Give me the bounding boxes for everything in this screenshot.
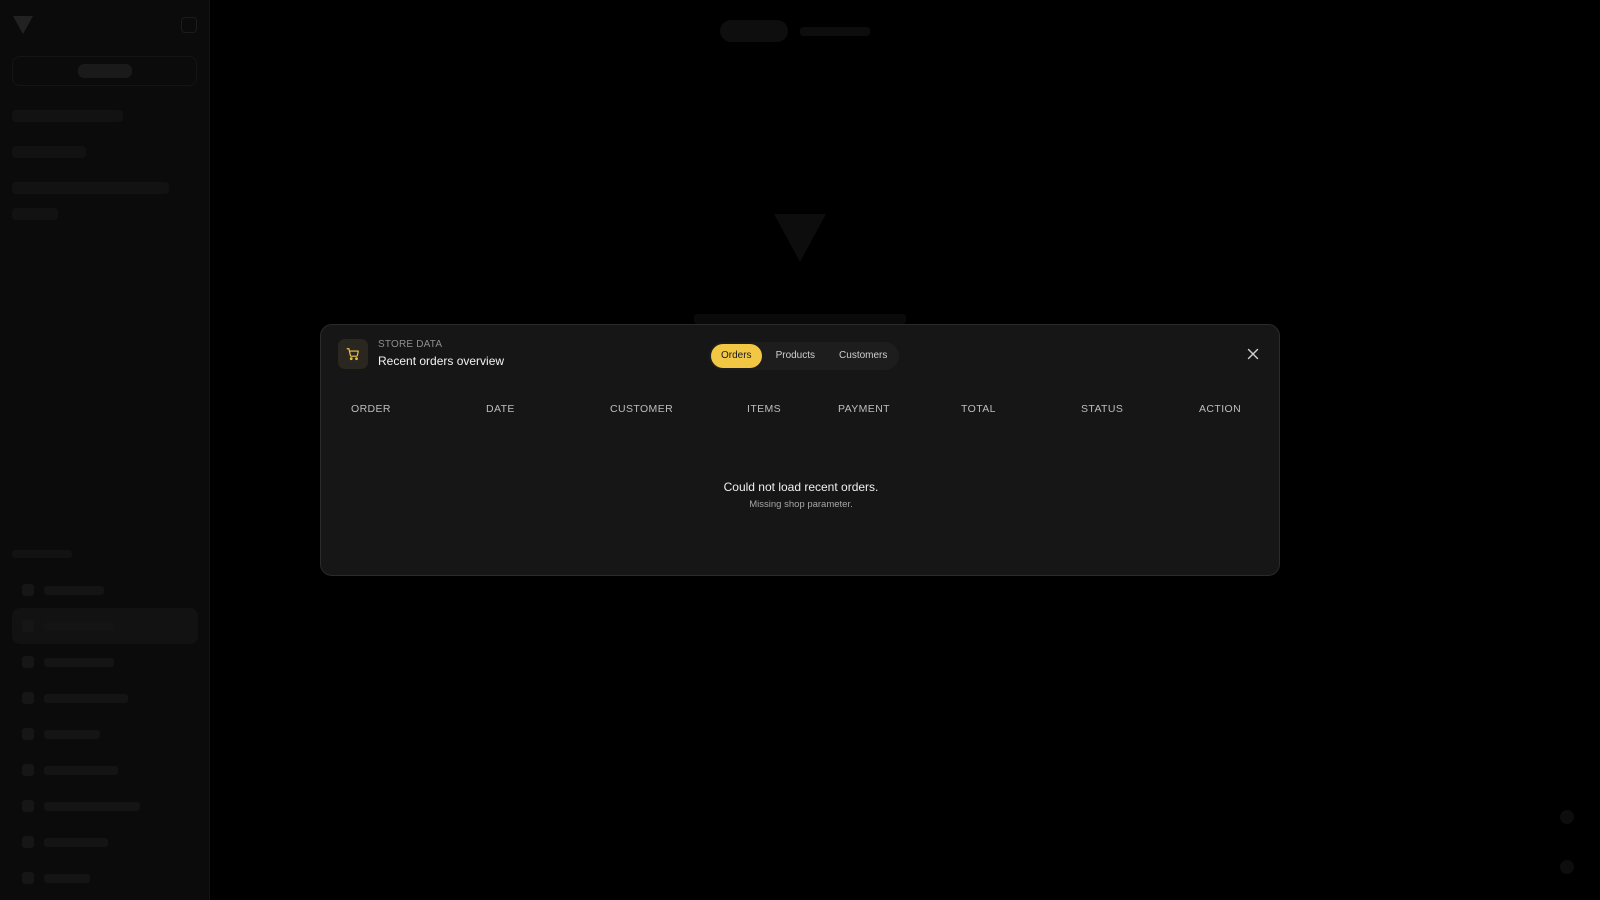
- tab-orders[interactable]: Orders: [711, 344, 762, 368]
- nav-section-label: [12, 550, 72, 558]
- column-header-date: DATE: [486, 403, 515, 415]
- sidebar-placeholder-line: [12, 182, 170, 194]
- sidebar: [0, 0, 210, 900]
- brand-logo-icon: [13, 16, 33, 34]
- nav-label-placeholder: [44, 729, 100, 739]
- brand: [12, 12, 197, 38]
- nav-label-placeholder: [44, 657, 114, 667]
- background-corner-icon[interactable]: [1560, 810, 1574, 824]
- empty-state-title: Could not load recent orders.: [723, 480, 879, 494]
- sidebar-placeholder-line: [12, 146, 86, 158]
- cart-icon-box: [338, 339, 368, 369]
- nav-icon: [22, 656, 34, 668]
- nav-label-placeholder: [44, 693, 128, 703]
- background-caption: [694, 314, 906, 324]
- nav-label-placeholder: [44, 765, 118, 775]
- modal-title-block: STORE DATA Recent orders overview: [378, 339, 504, 369]
- background-logo-icon: [774, 214, 826, 262]
- nav-icon: [22, 872, 34, 884]
- sidebar-item[interactable]: [12, 860, 198, 896]
- sidebar-collapse-button[interactable]: [181, 17, 197, 33]
- column-header-status: STATUS: [1081, 403, 1124, 415]
- workspace-switcher[interactable]: [12, 56, 197, 86]
- nav-icon: [22, 764, 34, 776]
- modal-tabs: Orders Products Customers: [709, 342, 900, 370]
- sidebar-item[interactable]: [12, 716, 198, 752]
- empty-state-subtitle: Missing shop parameter.: [749, 499, 853, 510]
- sidebar-item-active[interactable]: [12, 608, 198, 644]
- nav-label-placeholder: [44, 837, 108, 847]
- column-header-action: ACTION: [1199, 403, 1242, 415]
- sidebar-item[interactable]: [12, 752, 198, 788]
- topbar-placeholder: [800, 26, 870, 36]
- sidebar-item[interactable]: [12, 644, 198, 680]
- nav-icon: [22, 692, 34, 704]
- sidebar-item[interactable]: [12, 572, 198, 608]
- nav-label-placeholder: [44, 801, 140, 811]
- sidebar-item[interactable]: [12, 788, 198, 824]
- tab-products[interactable]: Products: [766, 344, 825, 368]
- topbar-pill[interactable]: [720, 20, 788, 42]
- nav-icon: [22, 800, 34, 812]
- shopping-cart-icon: [346, 348, 359, 361]
- nav-icon: [22, 836, 34, 848]
- column-header-items: ITEMS: [747, 403, 782, 415]
- nav-label-placeholder: [44, 585, 104, 595]
- app-root: STORE DATA Recent orders overview Orders…: [0, 0, 1600, 900]
- sidebar-placeholder-line: [12, 110, 123, 122]
- nav-label-placeholder: [44, 873, 90, 883]
- nav-icon: [22, 728, 34, 740]
- tab-customers[interactable]: Customers: [829, 344, 897, 368]
- modal-title: Recent orders overview: [378, 354, 505, 368]
- nav-label-placeholder: [44, 621, 114, 631]
- sidebar-placeholder-line: [12, 208, 59, 220]
- orders-table-header: ORDER DATE CUSTOMER ITEMS PAYMENT TOTAL …: [321, 397, 1281, 423]
- modal-header: STORE DATA Recent orders overview Orders…: [321, 325, 1279, 383]
- empty-state: Could not load recent orders. Missing sh…: [321, 479, 1281, 510]
- topbar: [720, 20, 870, 42]
- nav-icon: [22, 620, 34, 632]
- store-data-modal: STORE DATA Recent orders overview Orders…: [320, 324, 1280, 576]
- background-corner-icon[interactable]: [1560, 860, 1574, 874]
- column-header-order: ORDER: [351, 403, 391, 415]
- column-header-total: TOTAL: [961, 403, 996, 415]
- sidebar-item[interactable]: [12, 680, 198, 716]
- close-button[interactable]: [1245, 346, 1261, 362]
- workspace-pill: [77, 64, 132, 78]
- column-header-payment: PAYMENT: [838, 403, 890, 415]
- modal-eyebrow: STORE DATA: [378, 339, 443, 350]
- close-icon: [1247, 348, 1259, 360]
- column-header-customer: CUSTOMER: [610, 403, 674, 415]
- nav-icon: [22, 584, 34, 596]
- sidebar-item[interactable]: [12, 824, 198, 860]
- sidebar-nav: [12, 550, 198, 896]
